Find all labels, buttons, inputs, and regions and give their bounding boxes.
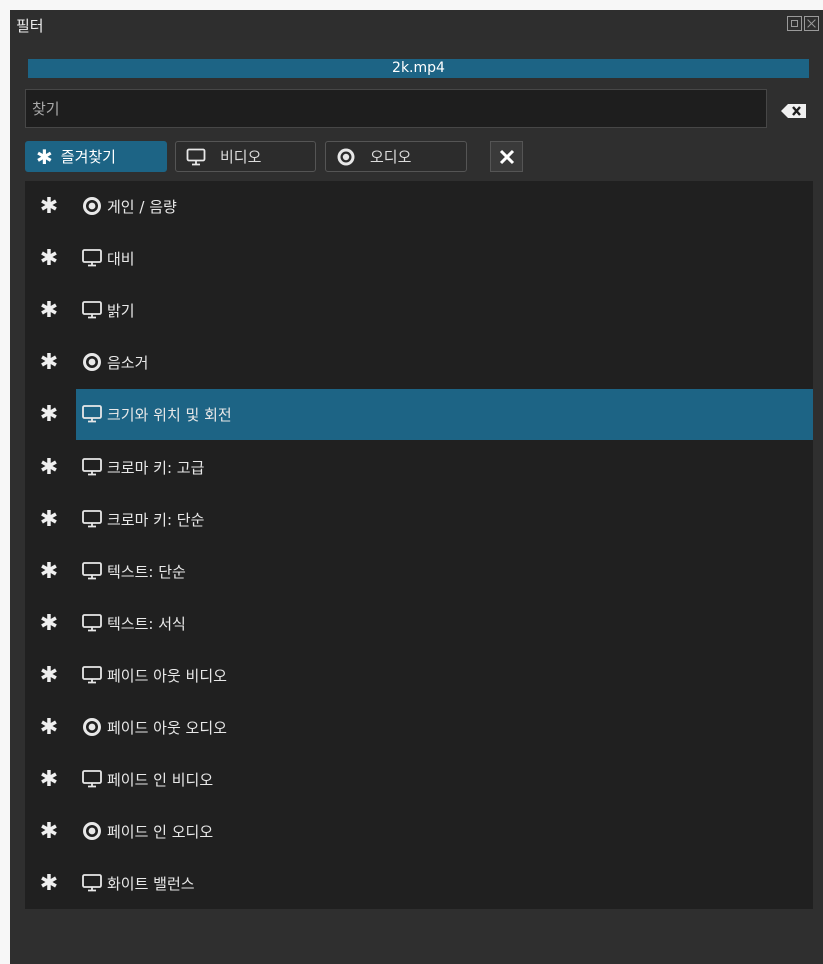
filter-label: 화이트 밸런스 [107, 875, 195, 894]
list-item[interactable]: ✱ 화이트 밸런스 [25, 858, 813, 910]
favorite-star-icon[interactable]: ✱ [39, 351, 59, 375]
tab-video-label: 비디오 [220, 148, 262, 166]
filter-label: 게인 / 음량 [107, 198, 177, 216]
tab-audio-label: 오디오 [370, 148, 412, 166]
speaker-icon [81, 716, 103, 738]
list-item[interactable]: ✱ 크기와 위치 및 회전 [25, 389, 813, 441]
favorite-star-icon[interactable]: ✱ [39, 872, 59, 896]
monitor-icon [81, 456, 103, 478]
tab-audio[interactable]: 오디오 [325, 141, 467, 172]
list-item[interactable]: ✱ 페이드 인 비디오 [25, 754, 813, 806]
monitor-icon [81, 299, 103, 321]
filter-label: 텍스트: 서식 [107, 614, 186, 633]
filter-label: 크로마 키: 단순 [107, 510, 205, 529]
tab-favorites[interactable]: ✱ 즐겨찾기 [25, 141, 167, 172]
search-input[interactable] [25, 89, 767, 128]
favorite-star-icon[interactable]: ✱ [39, 403, 59, 427]
favorite-star-icon[interactable]: ✱ [39, 716, 59, 740]
favorite-star-icon[interactable]: ✱ [39, 611, 59, 636]
monitor-icon [81, 403, 103, 425]
list-item[interactable]: ✱ 텍스트: 단순 [25, 546, 813, 598]
backspace-icon [781, 104, 806, 118]
monitor-icon [81, 872, 103, 894]
close-icon [499, 149, 514, 164]
favorite-star-icon[interactable]: ✱ [39, 820, 59, 844]
monitor-icon [81, 768, 103, 790]
filter-label: 페이드 인 비디오 [107, 771, 214, 790]
list-item[interactable]: ✱ 크로마 키: 단순 [25, 494, 813, 546]
favorite-star-icon[interactable]: ✱ [39, 507, 59, 532]
list-item[interactable]: ✱ 페이드 아웃 비디오 [25, 650, 813, 702]
filters-panel: 필터 2k.mp4 ✱ 즐겨찾기 비디오 [10, 10, 823, 964]
favorite-star-icon[interactable]: ✱ [39, 768, 59, 792]
panel-title: 필터 [16, 17, 44, 35]
filter-label: 페이드 아웃 비디오 [107, 666, 227, 685]
list-item[interactable]: ✱ 텍스트: 서식 [25, 598, 813, 650]
clear-search-button[interactable] [781, 103, 807, 118]
monitor-icon [186, 148, 206, 165]
window-controls [787, 16, 819, 31]
float-panel-icon[interactable] [787, 16, 802, 31]
tab-favorites-label: 즐겨찾기 [60, 148, 116, 166]
favorite-star-icon[interactable]: ✱ [39, 663, 59, 688]
asterisk-icon: ✱ [36, 144, 53, 169]
filter-label: 페이드 인 오디오 [107, 823, 214, 842]
speaker-icon [337, 148, 355, 165]
speaker-icon [81, 195, 103, 217]
panel-titlebar: 필터 [10, 10, 823, 40]
list-item[interactable]: ✱ 크로마 키: 고급 [25, 442, 813, 494]
speaker-icon [81, 351, 103, 373]
filter-label: 음소거 [107, 354, 149, 373]
favorite-star-icon[interactable]: ✱ [39, 195, 59, 219]
close-panel-icon[interactable] [804, 16, 819, 31]
filter-label: 크기와 위치 및 회전 [107, 406, 232, 425]
monitor-icon [81, 664, 103, 686]
list-item[interactable]: ✱ 게인 / 음량 [25, 181, 813, 233]
tab-video[interactable]: 비디오 [175, 141, 316, 172]
monitor-icon [81, 508, 103, 530]
current-clip-bar: 2k.mp4 [28, 59, 809, 78]
favorite-star-icon[interactable]: ✱ [39, 559, 59, 584]
favorite-star-icon[interactable]: ✱ [39, 299, 59, 323]
monitor-icon [81, 612, 103, 634]
filter-label: 대비 [107, 250, 135, 269]
list-item[interactable]: ✱ 페이드 아웃 오디오 [25, 702, 813, 754]
list-item[interactable]: ✱ 음소거 [25, 337, 813, 389]
filter-label: 페이드 아웃 오디오 [107, 719, 227, 737]
clear-filter-button[interactable] [490, 141, 523, 172]
filter-label: 밝기 [107, 302, 135, 321]
monitor-icon [81, 560, 103, 582]
monitor-icon [81, 247, 103, 269]
filter-label: 크로마 키: 고급 [107, 458, 205, 477]
list-item[interactable]: ✱ 페이드 인 오디오 [25, 806, 813, 858]
favorite-star-icon[interactable]: ✱ [39, 455, 59, 480]
filter-list[interactable]: ✱ 게인 / 음량 ✱ 대비 ✱ 밝기 ✱ 음소거 ✱ 크기와 위치 및 회전 ✱ 크로마 키: 고급… [25, 181, 813, 909]
list-item[interactable]: ✱ 밝기 [25, 285, 813, 337]
filter-label: 텍스트: 단순 [107, 562, 186, 581]
list-item[interactable]: ✱ 대비 [25, 233, 813, 285]
speaker-icon [81, 820, 103, 842]
favorite-star-icon[interactable]: ✱ [39, 247, 59, 271]
